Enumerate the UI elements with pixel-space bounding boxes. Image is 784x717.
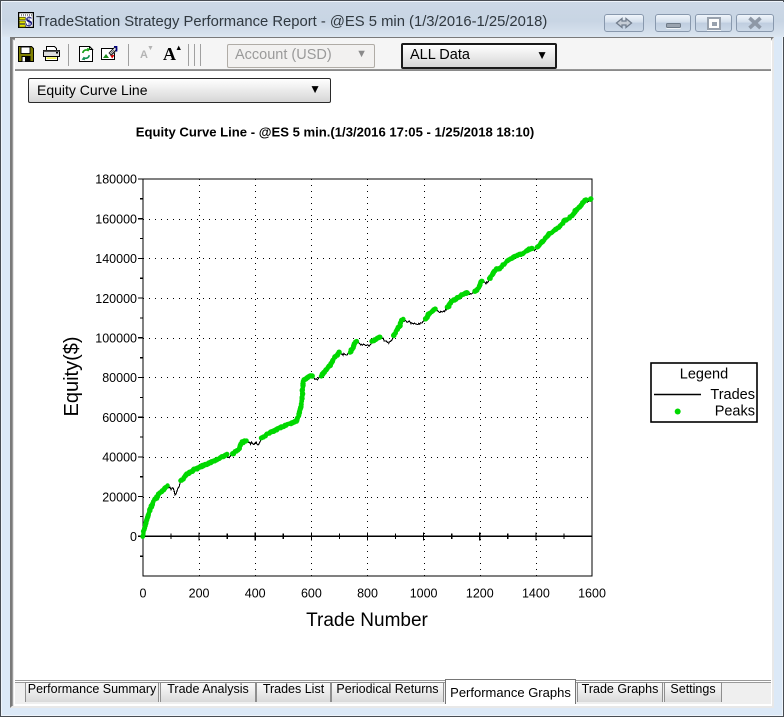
svg-text:Peaks: Peaks [715,404,755,420]
svg-text:1600: 1600 [578,587,606,601]
svg-text:$: $ [26,14,33,28]
svg-text:80000: 80000 [102,371,137,385]
svg-text:0: 0 [130,530,137,544]
svg-text:20000: 20000 [102,490,137,504]
svg-text:Equity($): Equity($) [61,336,83,416]
svg-text:Trade Number: Trade Number [306,610,428,631]
svg-text:160000: 160000 [95,212,137,226]
svg-text:40000: 40000 [102,451,137,465]
svg-text:1200: 1200 [466,587,494,601]
svg-text:Trades: Trades [710,387,755,403]
svg-text:1400: 1400 [522,587,550,601]
svg-text:120000: 120000 [95,292,137,306]
svg-text:800: 800 [357,587,378,601]
svg-text:180000: 180000 [95,173,137,187]
svg-text:60000: 60000 [102,411,137,425]
svg-text:100000: 100000 [95,332,137,346]
svg-text:200: 200 [189,587,210,601]
svg-text:600: 600 [301,587,322,601]
svg-text:Legend: Legend [680,367,728,383]
svg-text:1000: 1000 [410,587,438,601]
svg-text:140000: 140000 [95,252,137,266]
svg-text:Equity Curve Line - @ES 5 min.: Equity Curve Line - @ES 5 min.(1/3/2016 … [136,125,535,140]
svg-text:0: 0 [140,587,147,601]
svg-text:400: 400 [245,587,266,601]
